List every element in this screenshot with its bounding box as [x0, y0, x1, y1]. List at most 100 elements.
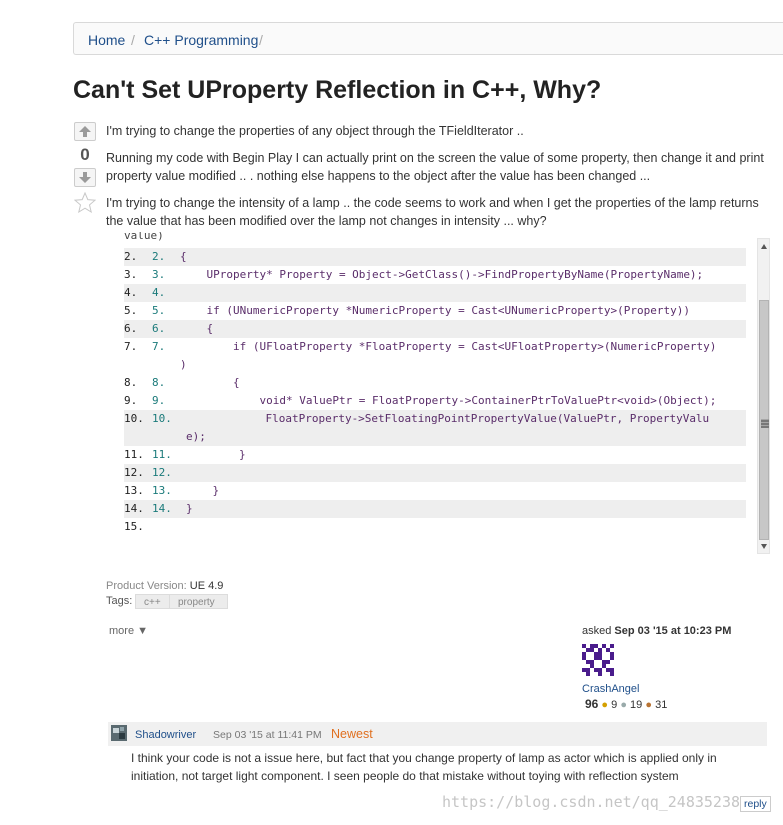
tag-property[interactable]: property: [169, 594, 228, 609]
code-line: 8. 8. {: [124, 374, 746, 392]
code-line: 5. 5. if (UNumericProperty *NumericProper…: [124, 302, 746, 320]
code-text: ): [180, 358, 187, 371]
code-line: e);: [124, 428, 746, 446]
code-text: }: [186, 502, 193, 515]
product-version-label: Product Version:: [106, 580, 187, 592]
silver-badge-icon: ●: [620, 699, 627, 711]
breadcrumb-cpp-programming-link[interactable]: C++ Programming: [144, 32, 258, 48]
code-line: 10. 10. FloatProperty->SetFloatingPointPr…: [124, 410, 746, 428]
code-line: 2. 2. {: [124, 248, 746, 266]
code-text: if (UFloatProperty *FloatProperty = Cast…: [180, 340, 717, 353]
product-version-value: UE 4.9: [189, 580, 224, 592]
code-line: 6. 6. {: [124, 320, 746, 338]
code-text: void* ValuePtr = FloatProperty->Containe…: [180, 394, 717, 407]
asked-info: asked Sep 03 '15 at 10:23 PM: [582, 625, 731, 637]
breadcrumb-separator: /: [259, 32, 263, 48]
line-number: 3.: [124, 268, 138, 281]
breadcrumb-home-link[interactable]: Home: [88, 32, 125, 48]
code-text: }: [186, 484, 220, 497]
product-version: Product Version: UE 4.9: [106, 580, 223, 592]
code-text: e);: [186, 430, 206, 443]
newest-badge: Newest: [331, 727, 373, 741]
comment-date: Sep 03 '15 at 11:41 PM: [213, 729, 322, 741]
inner-line-number: 5.: [152, 304, 166, 317]
line-number: 2.: [124, 250, 138, 263]
tag-cpp[interactable]: c++: [135, 594, 170, 609]
comment-header: [108, 722, 767, 746]
line-number: 4.: [124, 286, 138, 299]
identicon-avatar-icon: [582, 644, 614, 676]
code-line: 9. 9. void* ValuePtr = FloatProperty->Con…: [124, 392, 746, 410]
code-line: 3. 3. UProperty* Property = Object->GetCl…: [124, 266, 746, 284]
line-number: 10.: [124, 412, 144, 425]
code-line: 12. 12.: [124, 464, 746, 482]
question-paragraph: Running my code with Begin Play I can ac…: [106, 151, 764, 183]
user-avatar-icon: [111, 725, 127, 741]
star-icon: [73, 191, 97, 214]
code-line: 14. 14.}: [124, 500, 746, 518]
inner-line-number: 13.: [152, 484, 172, 497]
vote-down-button[interactable]: [74, 168, 96, 187]
asked-prefix: asked: [582, 625, 612, 637]
code-text: {: [180, 376, 240, 389]
scrollbar-thumb[interactable]: ▬ ▬ ▬: [759, 300, 769, 540]
breadcrumb: Home / C++ Programming /: [73, 22, 783, 55]
code-text: }: [186, 448, 246, 461]
scroll-down-arrow-icon[interactable]: [761, 544, 767, 549]
arrow-up-icon: [79, 126, 91, 137]
arrow-down-icon: [79, 172, 91, 183]
vote-count: 0: [80, 145, 90, 164]
asked-date: Sep 03 '15 at 10:23 PM: [614, 625, 732, 637]
code-scrollbar[interactable]: ▬ ▬ ▬: [757, 238, 770, 554]
comment-body: I think your code is not a issue here, b…: [131, 751, 717, 783]
user-reputation: 96 ● 9 ● 19 ● 31: [585, 697, 667, 711]
breadcrumb-separator: /: [131, 32, 135, 48]
code-line: 13. 13. }: [124, 482, 746, 500]
inner-line-number: 3.: [152, 268, 166, 281]
inner-line-number: 11.: [152, 448, 172, 461]
line-number: 12.: [124, 466, 144, 479]
code-line: 15.: [124, 518, 746, 536]
inner-line-number: 9.: [152, 394, 166, 407]
inner-line-number: 4.: [152, 286, 166, 299]
code-partial-line: value): [124, 232, 164, 242]
line-number: 7.: [124, 340, 138, 353]
vote-up-button[interactable]: [74, 122, 96, 141]
reputation-score: 96: [585, 697, 599, 711]
gold-badge-count: 9: [611, 699, 618, 711]
line-number: 5.: [124, 304, 138, 317]
comment-author-link[interactable]: Shadowriver: [135, 729, 196, 741]
favorite-star-button[interactable]: [73, 191, 97, 218]
code-text: FloatProperty->SetFloatingPointPropertyV…: [186, 412, 710, 425]
scroll-up-arrow-icon[interactable]: [761, 244, 767, 249]
question-paragraph: I'm trying to change the intensity of a …: [106, 196, 759, 228]
code-text: {: [180, 250, 187, 263]
line-number: 14.: [124, 502, 144, 515]
commenter-avatar[interactable]: [111, 725, 127, 746]
code-block: value) 2. 2. {3. 3. UProperty* Property = O…: [120, 232, 772, 554]
more-menu-button[interactable]: more ▼: [109, 625, 148, 637]
inner-line-number: 2.: [152, 250, 166, 263]
question-title: Can't Set UProperty Reflection in C++, W…: [73, 76, 602, 104]
code-text: {: [180, 322, 214, 335]
user-name-link[interactable]: CrashAngel: [582, 683, 639, 695]
reply-button[interactable]: reply: [740, 796, 771, 812]
inner-line-number: 6.: [152, 322, 166, 335]
inner-line-number: 8.: [152, 376, 166, 389]
watermark: https://blog.csdn.net/qq_24835238: [442, 793, 741, 811]
question-paragraph: I'm trying to change the properties of a…: [106, 124, 524, 138]
code-line: 11. 11. }: [124, 446, 746, 464]
inner-line-number: 10.: [152, 412, 172, 425]
tags-label: Tags:: [106, 595, 133, 607]
silver-badge-count: 19: [630, 699, 643, 711]
code-text: if (UNumericProperty *NumericProperty = …: [180, 304, 690, 317]
gold-badge-icon: ●: [601, 699, 609, 711]
code-line: 7. 7. if (UFloatProperty *FloatProperty =…: [124, 338, 746, 356]
grip-icon: ▬ ▬ ▬: [761, 415, 769, 430]
code-text: UProperty* Property = Object->GetClass()…: [180, 268, 704, 281]
avatar[interactable]: [582, 644, 614, 681]
bronze-badge-icon: ●: [645, 699, 653, 711]
inner-line-number: 7.: [152, 340, 166, 353]
code-line: ): [124, 356, 746, 374]
line-number: 9.: [124, 394, 138, 407]
